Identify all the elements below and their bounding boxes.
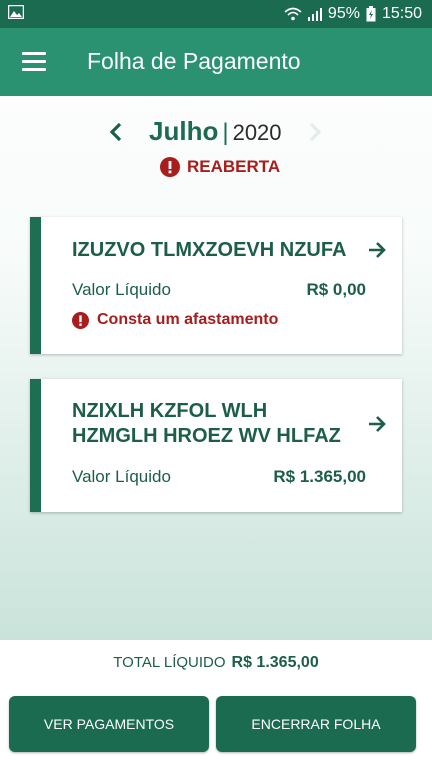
chevron-left-icon[interactable] xyxy=(106,121,126,143)
status-bar: 95% 15:50 xyxy=(0,0,432,28)
period-selector: Julho | 2020 xyxy=(0,116,432,150)
net-value-label: Valor Líquido xyxy=(72,280,171,299)
employee-name: NZIXLH KZFOL WLH HZMGLH HROEZ WV HLFAZ xyxy=(72,400,341,447)
wifi-icon xyxy=(284,7,302,21)
app-bar: Folha de Pagamento xyxy=(0,28,432,96)
period-label: Julho | 2020 xyxy=(149,116,282,147)
total-net: TOTAL LÍQUIDO R$ 1.365,00 xyxy=(0,654,432,672)
year-label: 2020 xyxy=(232,120,282,145)
arrow-right-icon[interactable] xyxy=(368,415,386,433)
arrow-right-icon[interactable] xyxy=(368,241,386,259)
page-title: Folha de Pagamento xyxy=(87,48,301,74)
footer: TOTAL LÍQUIDO R$ 1.365,00 VER PAGAMENTOS … xyxy=(0,640,432,768)
close-payroll-button[interactable]: ENCERRAR FOLHA xyxy=(216,696,416,752)
alert-icon xyxy=(72,311,89,329)
month-label: Julho xyxy=(149,116,219,146)
total-label: TOTAL LÍQUIDO xyxy=(113,654,226,671)
view-payments-button[interactable]: VER PAGAMENTOS xyxy=(9,696,209,752)
chevron-right-icon xyxy=(309,122,322,142)
clock: 15:50 xyxy=(381,5,422,22)
total-value: R$ 1.365,00 xyxy=(231,654,319,671)
net-value-amount: R$ 1.365,00 xyxy=(273,467,366,486)
status-badge: REABERTA xyxy=(160,157,280,177)
image-notification-icon xyxy=(8,5,24,19)
battery-percent: 95% xyxy=(327,5,360,22)
warning-text: Consta um afastamento xyxy=(97,311,279,328)
net-value-amount: R$ 0,00 xyxy=(306,280,366,299)
status-text: REABERTA xyxy=(187,157,281,176)
net-value-label: Valor Líquido xyxy=(72,467,171,486)
period-separator: | xyxy=(222,119,229,146)
employee-card[interactable]: IZUZVO TLMXZOEVH NZUFA Valor Líquido R$ … xyxy=(30,217,402,354)
menu-icon[interactable] xyxy=(22,52,46,72)
alert-icon xyxy=(160,157,180,177)
battery-icon xyxy=(366,6,376,22)
absence-warning: Consta um afastamento xyxy=(72,311,278,329)
signal-icon xyxy=(307,8,322,21)
employee-name: IZUZVO TLMXZOEVH NZUFA xyxy=(72,239,347,261)
employee-card[interactable]: NZIXLH KZFOL WLH HZMGLH HROEZ WV HLFAZ V… xyxy=(30,379,402,512)
